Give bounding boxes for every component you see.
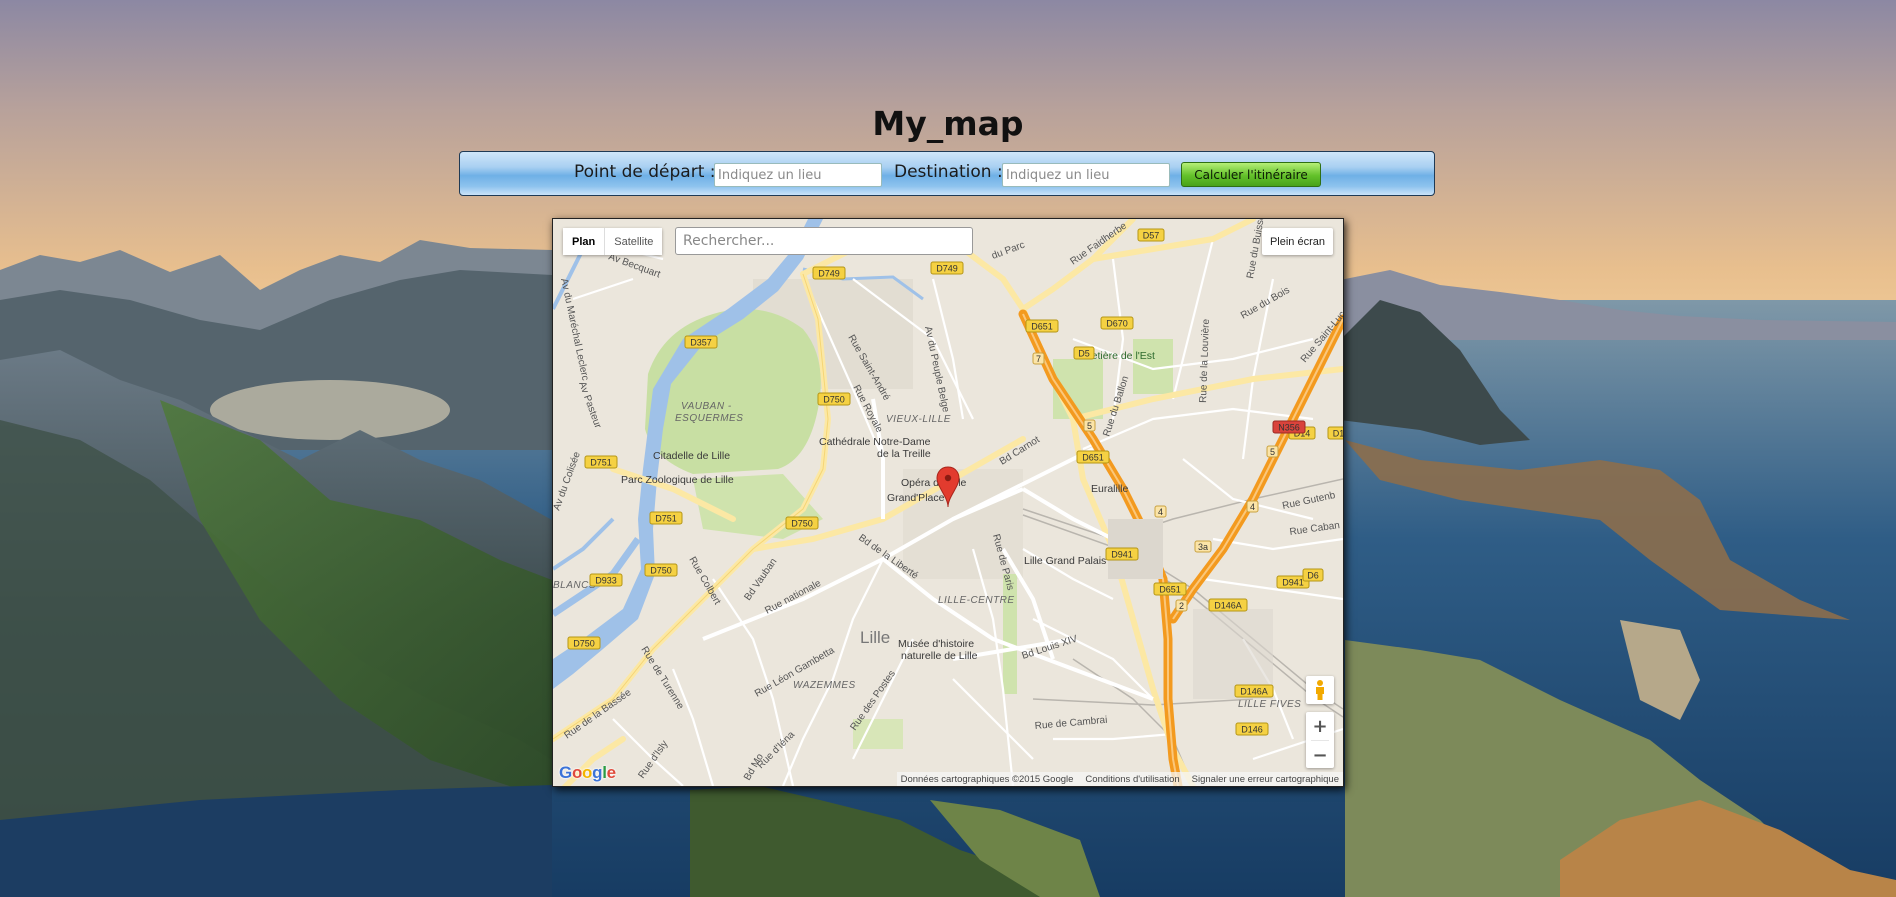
exit-label: 2 (1179, 601, 1184, 611)
map-attribution: Données cartographiques ©2015 Google Con… (896, 772, 1343, 786)
map-tiles[interactable]: Lille VAUBAN - ESQUERMES VIEUX-LILLE LIL… (553, 219, 1343, 786)
road-shield-label: D749 (818, 269, 840, 279)
road-shield-label: D146A (1214, 601, 1242, 611)
road-shield-label: D651 (1159, 585, 1181, 595)
logo-letter: o (571, 763, 583, 782)
destination-label: Destination : (894, 162, 1003, 182)
road-shield-label: D941 (1111, 550, 1133, 560)
poi-cathedrale-2[interactable]: de la Treille (877, 448, 931, 460)
poi-musee-1[interactable]: Musée d'histoire (898, 638, 974, 650)
road-shield-label: D750 (791, 519, 813, 529)
map-type-control: Plan Satellite (563, 228, 663, 255)
zoom-in-button[interactable]: + (1306, 712, 1334, 740)
pegman-icon (1316, 680, 1324, 700)
logo-letter: e (606, 763, 616, 782)
road-shield-label: D651 (1082, 453, 1104, 463)
label-lille-centre: LILLE-CENTRE (938, 595, 1015, 606)
google-logo: Google (559, 763, 616, 783)
road-shield-label: D749 (936, 264, 958, 274)
zoom-out-button[interactable]: − (1306, 741, 1334, 769)
exit-label: 4 (1158, 507, 1163, 517)
road-shield-label: D14 (1333, 429, 1343, 439)
calculate-route-button[interactable]: Calculer l'itinéraire (1181, 162, 1321, 187)
map-type-satellite[interactable]: Satellite (605, 228, 663, 255)
attribution-data: Données cartographiques ©2015 Google (900, 773, 1074, 785)
route-form: Point de départ : Destination : Calculer… (459, 151, 1435, 196)
logo-letter: G (559, 763, 572, 782)
attribution-report-link[interactable]: Signaler une erreur cartographique (1192, 774, 1339, 785)
destination-input[interactable] (1002, 163, 1170, 187)
road-shield-label: D933 (595, 576, 617, 586)
road-shield-label: D751 (590, 458, 612, 468)
exit-label: 7 (1036, 354, 1041, 364)
exit-label: 3a (1198, 542, 1208, 552)
road-shield-label: D57 (1143, 231, 1160, 241)
road-shield-label: D6 (1307, 571, 1319, 581)
road-shield-label: D670 (1106, 319, 1128, 329)
logo-letter: o (582, 763, 593, 782)
label-lille-fives: LILLE FIVES (1238, 699, 1301, 710)
road-shield-label: D941 (1282, 578, 1304, 588)
road-shield-label: D357 (690, 338, 712, 348)
attribution-terms-link[interactable]: Conditions d'utilisation (1085, 774, 1179, 785)
poi-cathedrale-1[interactable]: Cathédrale Notre-Dame (819, 436, 931, 448)
label-vieux-lille: VIEUX-LILLE (886, 414, 951, 425)
poi-grand-palais[interactable]: Lille Grand Palais (1024, 555, 1106, 567)
road-shield-label: D651 (1031, 322, 1053, 332)
map-search-input[interactable] (675, 227, 973, 255)
poi-zoo[interactable]: Parc Zoologique de Lille (621, 474, 734, 486)
road-shield-label: D146A (1240, 687, 1268, 697)
start-input[interactable] (714, 163, 882, 187)
road-shield-label: D5 (1078, 349, 1090, 359)
start-label: Point de départ : (574, 162, 716, 182)
poi-musee-2[interactable]: naturelle de Lille (901, 650, 978, 662)
map-canvas[interactable]: Lille VAUBAN - ESQUERMES VIEUX-LILLE LIL… (552, 218, 1344, 787)
page-title: My_map (872, 104, 1024, 143)
poi-euralille[interactable]: Euralille (1091, 483, 1129, 495)
road-shield-label: D750 (650, 566, 672, 576)
exit-label: 4 (1250, 502, 1255, 512)
fullscreen-button[interactable]: Plein écran (1261, 228, 1333, 255)
exit-label: 5 (1270, 447, 1275, 457)
poi-citadelle[interactable]: Citadelle de Lille (653, 450, 730, 462)
road-shield-label: N356 (1278, 423, 1300, 433)
label-lille: Lille (860, 628, 890, 647)
pegman-street-view[interactable] (1306, 676, 1334, 704)
road-shield-label: D146 (1241, 725, 1263, 735)
road-shield-label: D750 (573, 639, 595, 649)
poi-grand-place[interactable]: Grand'Place (887, 492, 945, 504)
label-wazemmes: WAZEMMES (793, 680, 856, 691)
road-shield-label: D750 (823, 395, 845, 405)
logo-letter: g (592, 763, 603, 782)
map-type-plan[interactable]: Plan (563, 228, 606, 255)
road-shield-label: D751 (655, 514, 677, 524)
label-esquermes: ESQUERMES (675, 413, 743, 424)
exit-label: 5 (1087, 421, 1092, 431)
label-vauban: VAUBAN - (681, 401, 732, 412)
zoom-control: + − (1306, 712, 1334, 768)
